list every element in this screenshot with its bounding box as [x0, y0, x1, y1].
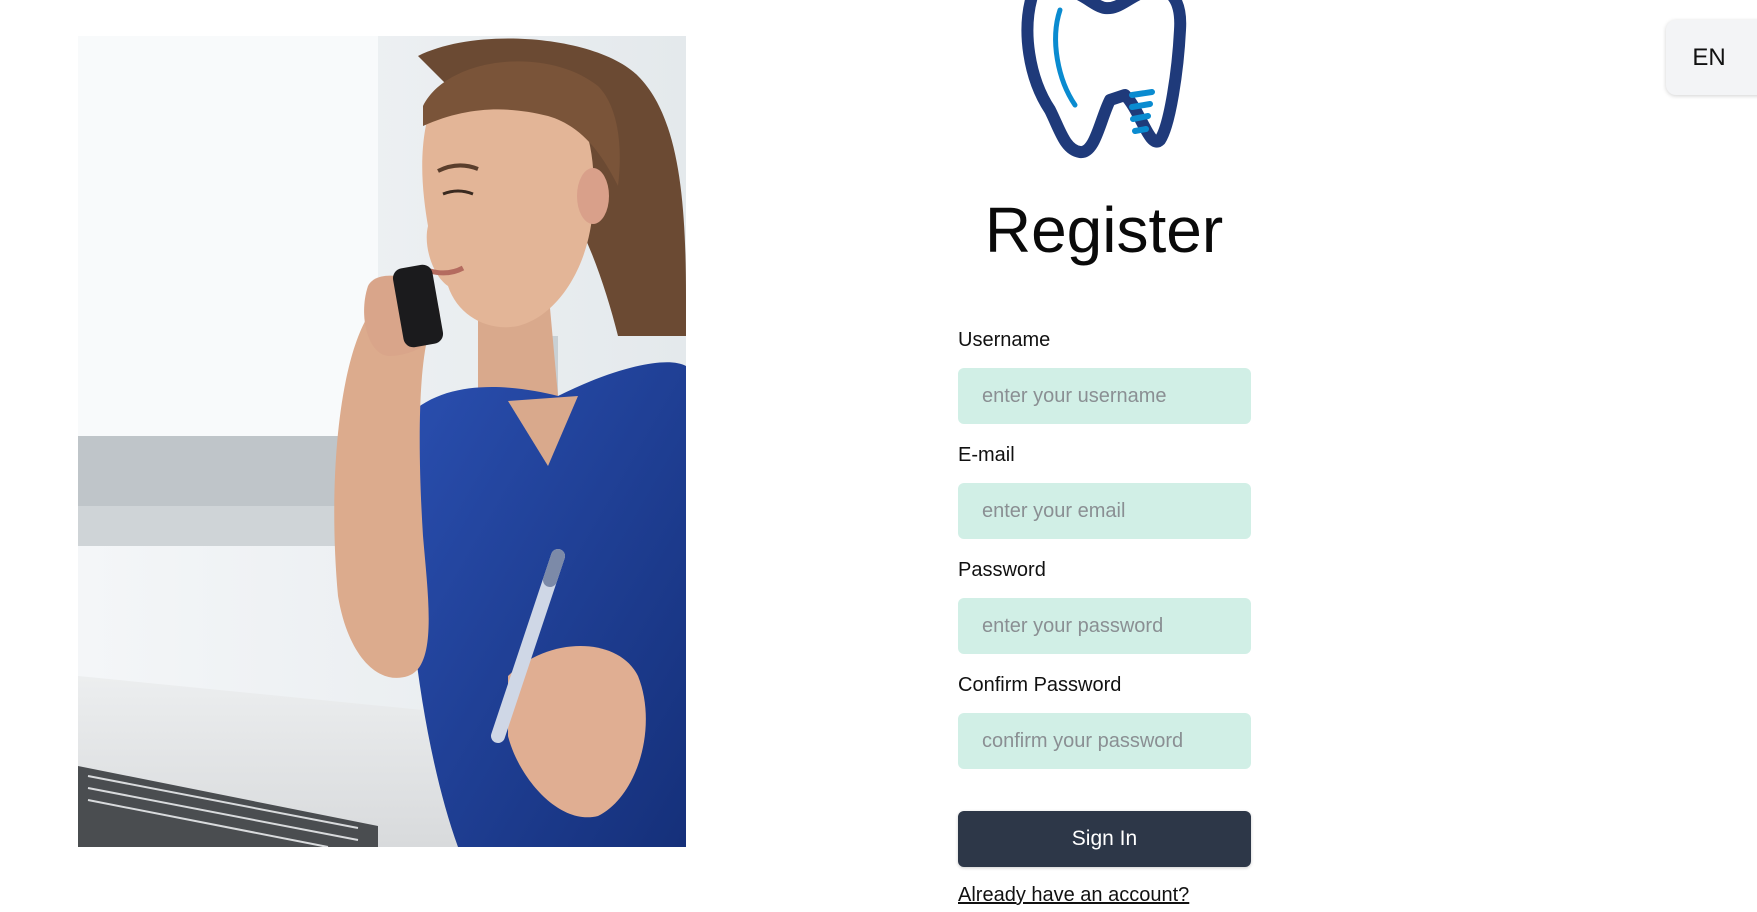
email-input[interactable] — [958, 483, 1251, 539]
already-have-account-link[interactable]: Already have an account? — [958, 884, 1189, 907]
email-label: E-mail — [958, 444, 1015, 466]
register-page: EN Register Username E-mail Password Con… — [0, 0, 1757, 912]
tooth-logo-icon — [1020, 0, 1190, 160]
language-toggle-button[interactable]: EN — [1666, 20, 1757, 95]
password-label: Password — [958, 559, 1046, 581]
password-input[interactable] — [958, 598, 1251, 654]
username-label: Username — [958, 329, 1051, 351]
page-title: Register — [984, 194, 1224, 266]
confirm-password-label: Confirm Password — [958, 674, 1122, 696]
receptionist-photo — [78, 36, 686, 847]
confirm-password-input[interactable] — [958, 713, 1251, 769]
username-input[interactable] — [958, 368, 1251, 424]
sign-in-button[interactable]: Sign In — [958, 811, 1251, 867]
